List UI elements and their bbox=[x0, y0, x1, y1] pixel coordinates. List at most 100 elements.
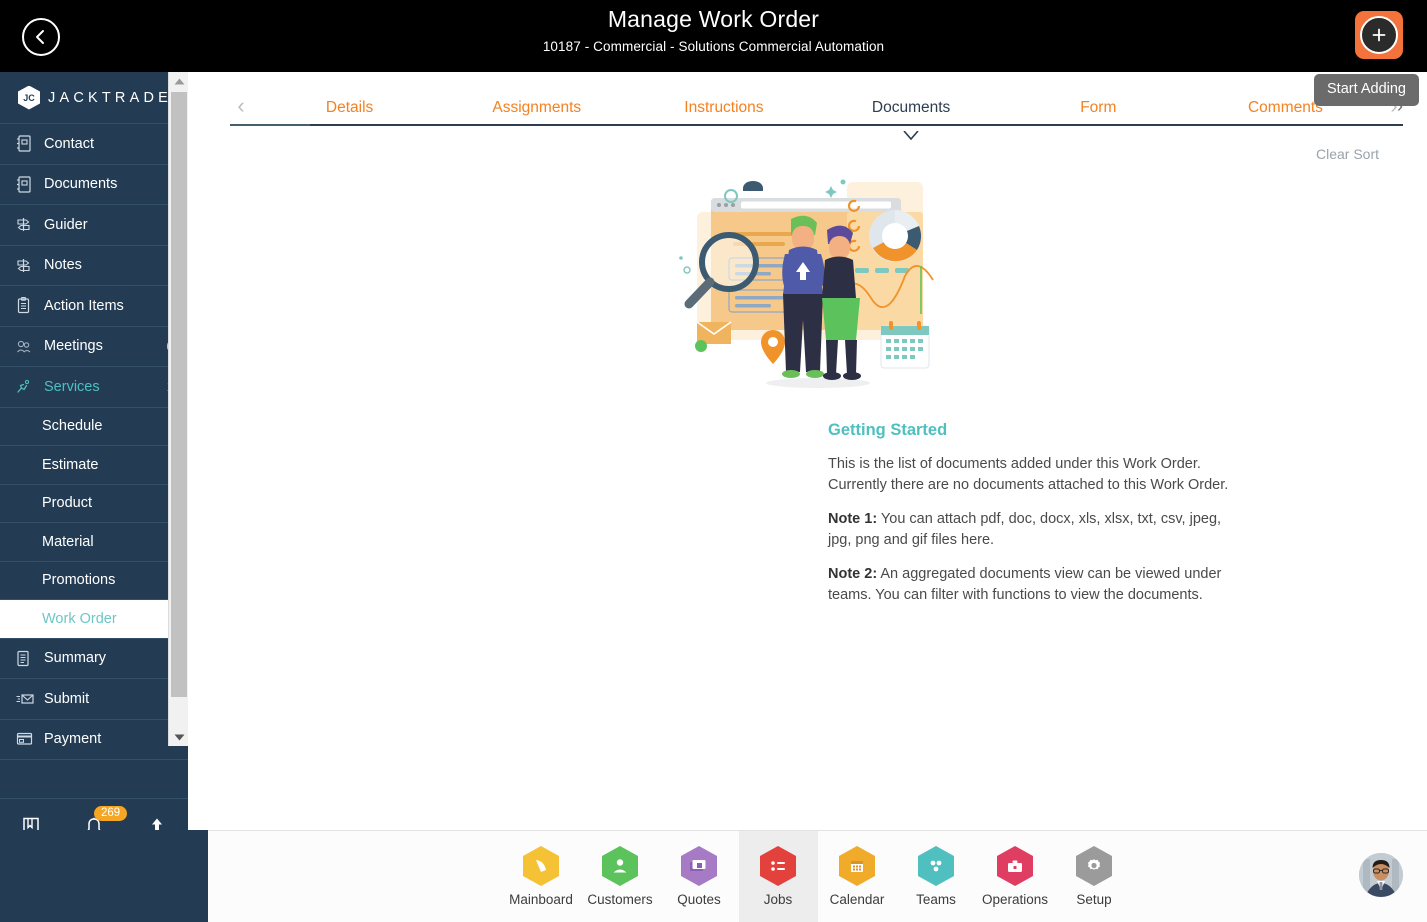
customers-hex-icon bbox=[602, 846, 638, 886]
tab-label: Documents bbox=[871, 99, 951, 116]
sidebar-subitem-estimate[interactable]: Estimate bbox=[0, 446, 188, 485]
sidebar-item-summary[interactable]: Summary bbox=[0, 639, 188, 679]
sidebar-item-action-items[interactable]: Action Items bbox=[0, 286, 188, 327]
top-header: Manage Work Order 10187 - Commercial - S… bbox=[0, 0, 1427, 72]
sidebar-subitem-label: Schedule bbox=[42, 418, 103, 435]
tabs-prev-arrow-icon[interactable]: ‹ bbox=[226, 93, 256, 126]
getting-started-block: Getting Started This is the list of docu… bbox=[828, 421, 1248, 605]
sidebar-item-label: Submit bbox=[44, 690, 90, 707]
sidebar-scrollbar[interactable] bbox=[168, 72, 188, 746]
clipboard-icon bbox=[16, 297, 38, 314]
bottom-nav-label: Teams bbox=[916, 892, 956, 907]
jobs-hex-icon bbox=[760, 846, 796, 886]
sidebar-subitem-label: Estimate bbox=[42, 456, 99, 473]
bottom-nav-teams[interactable]: Teams bbox=[897, 831, 976, 922]
sidebar-item-payment[interactable]: Payment bbox=[0, 720, 188, 760]
bottom-nav-label: Operations bbox=[981, 892, 1049, 907]
note2-text: An aggregated documents view can be view… bbox=[828, 566, 1222, 603]
sidebar-item-label: Payment bbox=[44, 731, 102, 748]
setup-gear-hex-icon bbox=[1076, 846, 1112, 886]
page-subtitle: 10187 - Commercial - Solutions Commercia… bbox=[542, 39, 885, 54]
gs-line-1: This is the list of documents added unde… bbox=[828, 456, 1201, 472]
bottom-nav-jobs[interactable]: Jobs bbox=[738, 830, 818, 922]
tab-instructions[interactable]: Instructions bbox=[630, 99, 817, 126]
sidebar-content-gap bbox=[188, 72, 208, 830]
tab-documents[interactable]: Documents bbox=[818, 99, 1005, 141]
bottom-nav-label: Mainboard bbox=[509, 892, 573, 907]
tab-assignments[interactable]: Assignments bbox=[443, 99, 630, 126]
bottom-nav-calendar[interactable]: Calendar bbox=[818, 831, 897, 922]
bottom-nav-label: Quotes bbox=[677, 892, 721, 907]
active-tab-caret-icon bbox=[903, 128, 919, 141]
getting-started-note-1: Note 1: You can attach pdf, doc, docx, x… bbox=[828, 509, 1248, 550]
sidebar-item-label: Documents bbox=[44, 176, 118, 193]
documents-icon bbox=[16, 176, 38, 193]
jacktrade-hex-icon: JC bbox=[18, 85, 40, 110]
sidebar-subitem-work-order[interactable]: Work Order bbox=[0, 600, 188, 639]
main-content: ‹ Details Assignments Instructions Docum… bbox=[208, 72, 1427, 830]
signpost-icon bbox=[16, 257, 38, 274]
tab-label: Details bbox=[325, 99, 374, 116]
meetings-icon bbox=[16, 339, 38, 354]
summary-icon bbox=[16, 650, 38, 667]
sidebar: JC JACKTRADE™ Contact Documents bbox=[0, 72, 188, 922]
tabs: ‹ Details Assignments Instructions Docum… bbox=[208, 72, 1427, 141]
bottom-nav-quotes[interactable]: Quotes bbox=[660, 831, 739, 922]
sidebar-subitem-label: Material bbox=[42, 533, 94, 550]
sidebar-subitem-product[interactable]: Product bbox=[0, 485, 188, 523]
sidebar-item-services[interactable]: Services 1 bbox=[0, 367, 188, 408]
sidebar-item-label: Notes bbox=[44, 257, 82, 274]
teams-hex-icon bbox=[918, 846, 954, 886]
brand-logo[interactable]: JC JACKTRADE™ bbox=[0, 72, 188, 124]
scroll-up-arrow-icon[interactable] bbox=[169, 72, 189, 90]
tab-label: Instructions bbox=[684, 99, 764, 116]
bottom-nav-mainboard[interactable]: Mainboard bbox=[502, 831, 581, 922]
page-title: Manage Work Order bbox=[607, 6, 820, 32]
tab-bar: ‹ Details Assignments Instructions Docum… bbox=[208, 72, 1427, 141]
tab-label: Form bbox=[1080, 99, 1117, 116]
sidebar-item-submit[interactable]: Submit bbox=[0, 679, 188, 720]
scroll-down-arrow-icon[interactable] bbox=[169, 728, 189, 746]
contact-book-icon bbox=[16, 135, 38, 152]
bottom-left-filler bbox=[0, 830, 208, 922]
add-button[interactable] bbox=[1355, 11, 1403, 59]
getting-started-note-2: Note 2: An aggregated documents view can… bbox=[828, 564, 1248, 605]
bottom-nav-operations[interactable]: Operations bbox=[976, 831, 1055, 922]
tab-details[interactable]: Details bbox=[256, 99, 443, 126]
bottom-nav-label: Jobs bbox=[763, 892, 793, 907]
tab-form[interactable]: Form bbox=[1005, 99, 1192, 126]
note1-label: Note 1: bbox=[828, 511, 878, 527]
tab-label: Assignments bbox=[492, 99, 582, 116]
mainboard-hex-icon bbox=[523, 846, 559, 886]
sidebar-item-label: Meetings bbox=[44, 338, 103, 355]
bottom-nav-customers[interactable]: Customers bbox=[581, 831, 660, 922]
sidebar-item-meetings[interactable]: Meetings 0 bbox=[0, 327, 188, 367]
sidebar-subitem-promotions[interactable]: Promotions bbox=[0, 562, 188, 600]
calendar-hex-icon bbox=[839, 846, 875, 886]
header-center: Manage Work Order 10187 - Commercial - S… bbox=[0, 6, 1427, 54]
bottom-nav-label: Customers bbox=[587, 892, 653, 907]
operations-hex-icon bbox=[997, 846, 1033, 886]
tabs-underline bbox=[230, 124, 1403, 126]
quotes-hex-icon bbox=[681, 846, 717, 886]
tooltip-caret-icon: › bbox=[1397, 96, 1403, 116]
bottom-nav-setup[interactable]: Setup bbox=[1055, 831, 1134, 922]
start-adding-tooltip: Start Adding › bbox=[1314, 74, 1419, 115]
sidebar-item-contact[interactable]: Contact bbox=[0, 124, 188, 165]
sidebar-subitem-label: Promotions bbox=[42, 572, 116, 589]
avatar[interactable] bbox=[1359, 853, 1403, 897]
signpost-icon bbox=[16, 216, 38, 233]
sidebar-item-guider[interactable]: Guider bbox=[0, 205, 188, 246]
sidebar-nav-scroll: Contact Documents Guider Notes Action It… bbox=[0, 124, 188, 798]
clear-sort-button[interactable]: Clear Sort bbox=[208, 130, 1427, 162]
sidebar-subitem-material[interactable]: Material bbox=[0, 523, 188, 562]
sidebar-item-notes[interactable]: Notes bbox=[0, 246, 188, 286]
plus-icon bbox=[1360, 16, 1398, 54]
gs-line-2: Currently there are no documents attache… bbox=[828, 476, 1229, 493]
note2-label: Note 2: bbox=[828, 566, 878, 582]
scrollbar-thumb[interactable] bbox=[171, 92, 187, 697]
empty-state-illustration bbox=[208, 174, 1427, 399]
sidebar-item-documents[interactable]: Documents bbox=[0, 165, 188, 205]
sidebar-subitem-schedule[interactable]: Schedule bbox=[0, 408, 188, 446]
app-root: Manage Work Order 10187 - Commercial - S… bbox=[0, 0, 1427, 922]
